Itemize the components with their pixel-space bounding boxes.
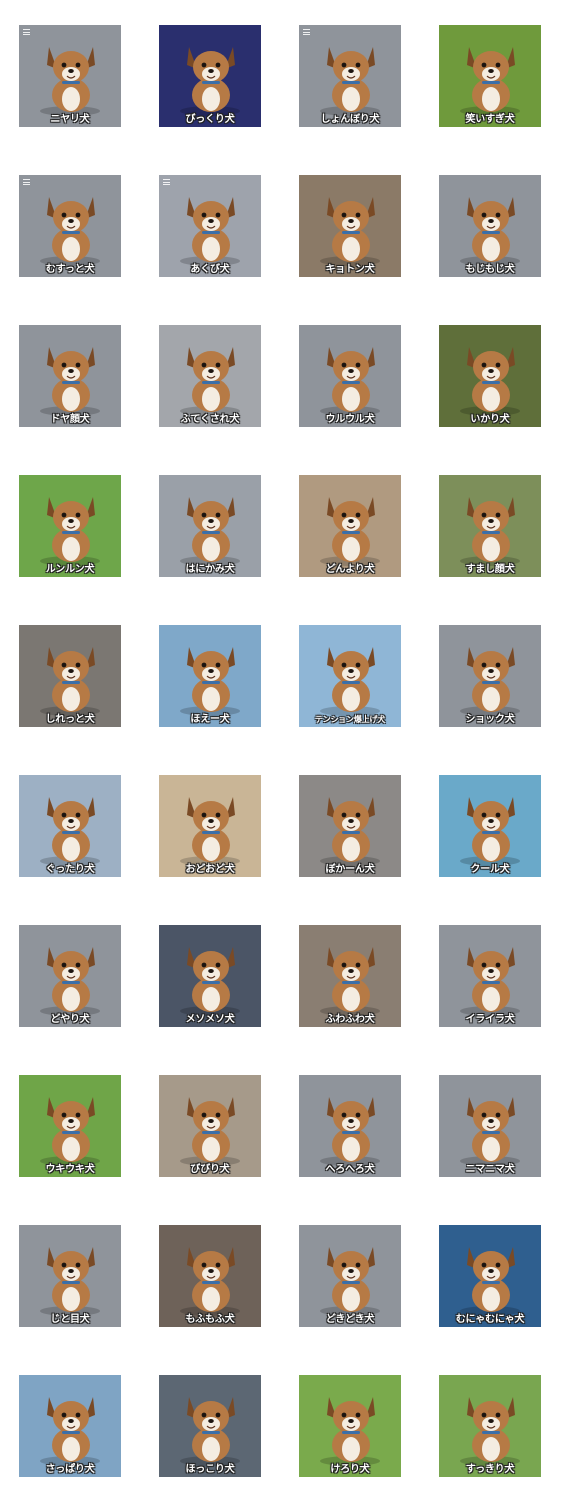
sticker-tile[interactable]: ドヤ顔犬 bbox=[19, 325, 121, 427]
sticker-tile[interactable]: イライラ犬 bbox=[439, 925, 541, 1027]
menu-icon bbox=[23, 179, 30, 185]
sticker-tile[interactable]: ふわふわ犬 bbox=[299, 925, 401, 1027]
sticker-tile[interactable]: メソメソ犬 bbox=[159, 925, 261, 1027]
sticker-tile[interactable]: すっきり犬 bbox=[439, 1375, 541, 1477]
sticker-caption: ルンルン犬 bbox=[45, 564, 95, 575]
sticker-caption: けろり犬 bbox=[330, 1464, 370, 1475]
sticker-tile[interactable]: びっくり犬 bbox=[159, 25, 261, 127]
sticker-caption: すまし顔犬 bbox=[465, 564, 515, 575]
sticker-caption: さっぱり犬 bbox=[45, 1464, 95, 1475]
sticker-tile[interactable]: いかり犬 bbox=[439, 325, 541, 427]
sticker-caption: あくび犬 bbox=[190, 264, 230, 275]
sticker-caption: しょんぼり犬 bbox=[320, 114, 380, 125]
sticker-caption: すっきり犬 bbox=[465, 1464, 515, 1475]
sticker-tile[interactable]: ウルウル犬 bbox=[299, 325, 401, 427]
sticker-tile[interactable]: もふもふ犬 bbox=[159, 1225, 261, 1327]
sticker-tile[interactable]: ほっこり犬 bbox=[159, 1375, 261, 1477]
sticker-caption: 笑いすぎ犬 bbox=[465, 114, 515, 125]
sticker-tile[interactable]: ほえー犬 bbox=[159, 625, 261, 727]
sticker-caption: クール犬 bbox=[470, 864, 510, 875]
sticker-caption: おどおど犬 bbox=[185, 864, 235, 875]
sticker-tile[interactable]: しれっと犬 bbox=[19, 625, 121, 727]
sticker-tile[interactable]: しょんぼり犬 bbox=[299, 25, 401, 127]
sticker-tile[interactable]: ウキウキ犬 bbox=[19, 1075, 121, 1177]
sticker-tile[interactable]: びびり犬 bbox=[159, 1075, 261, 1177]
sticker-tile[interactable]: むにゃむにゃ犬 bbox=[439, 1225, 541, 1327]
sticker-tile[interactable]: どきどき犬 bbox=[299, 1225, 401, 1327]
sticker-caption: ふわふわ犬 bbox=[325, 1014, 375, 1025]
sticker-caption: ウルウル犬 bbox=[325, 414, 375, 425]
sticker-tile[interactable]: へろへろ犬 bbox=[299, 1075, 401, 1177]
sticker-caption: むすっと犬 bbox=[45, 264, 95, 275]
sticker-tile[interactable]: すまし顔犬 bbox=[439, 475, 541, 577]
sticker-tile[interactable]: さっぱり犬 bbox=[19, 1375, 121, 1477]
sticker-caption: キョトン犬 bbox=[325, 264, 375, 275]
sticker-caption: むにゃむにゃ犬 bbox=[455, 1314, 525, 1325]
sticker-caption: ふてくされ犬 bbox=[180, 414, 240, 425]
sticker-tile[interactable]: もじもじ犬 bbox=[439, 175, 541, 277]
sticker-tile[interactable]: 笑いすぎ犬 bbox=[439, 25, 541, 127]
sticker-caption: じと目犬 bbox=[50, 1314, 90, 1325]
sticker-caption: テンション爆上げ犬 bbox=[314, 715, 386, 724]
sticker-tile[interactable]: どんより犬 bbox=[299, 475, 401, 577]
dog-illustration bbox=[299, 625, 401, 727]
sticker-caption: ニヤリ犬 bbox=[50, 114, 90, 125]
sticker-caption: ドヤ顔犬 bbox=[50, 414, 90, 425]
menu-icon bbox=[163, 179, 170, 185]
sticker-caption: いかり犬 bbox=[470, 414, 510, 425]
sticker-caption: びっくり犬 bbox=[185, 114, 235, 125]
sticker-tile[interactable]: はにかみ犬 bbox=[159, 475, 261, 577]
sticker-tile[interactable]: ショック犬 bbox=[439, 625, 541, 727]
sticker-tile[interactable]: あくび犬 bbox=[159, 175, 261, 277]
sticker-caption: しれっと犬 bbox=[45, 714, 95, 725]
sticker-caption: ぼかーん犬 bbox=[325, 864, 375, 875]
sticker-tile[interactable]: じと目犬 bbox=[19, 1225, 121, 1327]
sticker-tile[interactable]: けろり犬 bbox=[299, 1375, 401, 1477]
sticker-grid: ニヤリ犬 びっくり犬 しょんぼり犬 笑いすぎ犬むすっと犬 あくび犬 キョトン犬 もじもじ犬ド… bbox=[0, 0, 562, 1500]
sticker-tile[interactable]: テンション爆上げ犬 bbox=[299, 625, 401, 727]
sticker-tile[interactable]: ニマニマ犬 bbox=[439, 1075, 541, 1177]
sticker-tile[interactable]: ふてくされ犬 bbox=[159, 325, 261, 427]
menu-icon bbox=[303, 29, 310, 35]
sticker-caption: ほっこり犬 bbox=[185, 1464, 235, 1475]
sticker-tile[interactable]: ルンルン犬 bbox=[19, 475, 121, 577]
sticker-tile[interactable]: どやり犬 bbox=[19, 925, 121, 1027]
sticker-caption: イライラ犬 bbox=[465, 1014, 515, 1025]
sticker-tile[interactable]: クール犬 bbox=[439, 775, 541, 877]
sticker-tile[interactable]: キョトン犬 bbox=[299, 175, 401, 277]
sticker-tile[interactable]: ぼかーん犬 bbox=[299, 775, 401, 877]
sticker-caption: ショック犬 bbox=[465, 714, 515, 725]
sticker-tile[interactable]: おどおど犬 bbox=[159, 775, 261, 877]
sticker-caption: もじもじ犬 bbox=[465, 264, 515, 275]
sticker-caption: どきどき犬 bbox=[325, 1314, 375, 1325]
sticker-caption: どんより犬 bbox=[325, 564, 375, 575]
sticker-tile[interactable]: むすっと犬 bbox=[19, 175, 121, 277]
sticker-caption: ニマニマ犬 bbox=[465, 1164, 515, 1175]
sticker-caption: びびり犬 bbox=[190, 1164, 230, 1175]
sticker-tile[interactable]: ぐったり犬 bbox=[19, 775, 121, 877]
sticker-caption: ぐったり犬 bbox=[45, 864, 95, 875]
sticker-tile[interactable]: ニヤリ犬 bbox=[19, 25, 121, 127]
sticker-caption: もふもふ犬 bbox=[185, 1314, 235, 1325]
sticker-caption: へろへろ犬 bbox=[325, 1164, 375, 1175]
sticker-caption: ほえー犬 bbox=[190, 714, 230, 725]
sticker-caption: はにかみ犬 bbox=[185, 564, 235, 575]
sticker-caption: どやり犬 bbox=[50, 1014, 90, 1025]
sticker-caption: メソメソ犬 bbox=[185, 1014, 235, 1025]
menu-icon bbox=[23, 29, 30, 35]
sticker-caption: ウキウキ犬 bbox=[45, 1164, 95, 1175]
